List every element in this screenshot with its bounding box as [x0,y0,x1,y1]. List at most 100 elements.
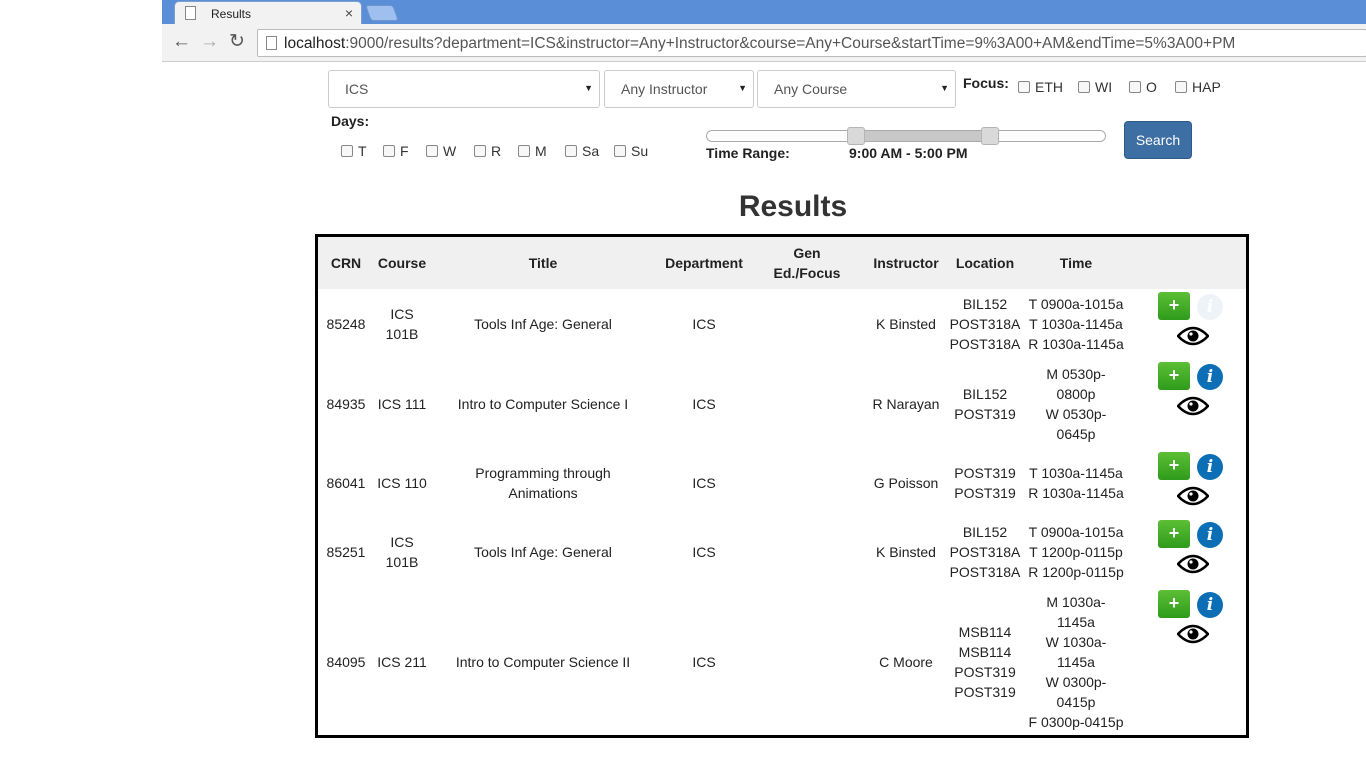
day-option-label: Su [631,143,649,159]
tab-strip: Results × [162,0,1366,24]
course-select[interactable]: Any Course ▼ [757,70,956,108]
header-course: Course [377,255,427,271]
department-select[interactable]: ICS ▼ [328,70,600,108]
chevron-down-icon: ▼ [738,83,747,93]
cell-time: T 1030a-1145a [1029,316,1123,332]
end-time-handle[interactable] [981,127,999,145]
day-option-sa[interactable]: Sa [565,143,599,159]
cell-instructor: C Moore [879,654,933,670]
time-range-label: Time Range: [706,145,790,161]
cell-time: T 1030a-1145a [1029,465,1123,481]
info-icon[interactable]: i [1197,522,1223,548]
focus-option-wi[interactable]: WI [1078,79,1112,95]
day-option-f[interactable]: F [383,143,409,159]
info-icon[interactable]: i [1197,592,1223,618]
cell-title: Tools Inf Age: General [474,544,612,560]
cell-location: POST319 [954,406,1016,422]
eye-icon[interactable] [1177,554,1209,574]
reload-icon[interactable]: ↻ [229,32,245,52]
day-option-m[interactable]: M [518,143,547,159]
add-course-button[interactable]: + [1158,590,1190,618]
instructor-select[interactable]: Any Instructor ▼ [604,70,754,108]
header-crn: CRN [330,255,362,271]
cell-crn: 85248 [326,316,366,332]
eye-icon[interactable] [1177,326,1209,346]
cell-time: W 1030a- [1045,634,1107,650]
back-arrow-icon[interactable]: ← [172,32,191,52]
instructor-value: Any Instructor [621,81,708,97]
cell-crn: 84095 [326,654,366,670]
cell-time: F 0300p-0415p [1028,714,1124,730]
cell-title: Animations [508,485,578,501]
cell-department: ICS [692,475,716,491]
cell-crn: 85251 [326,544,366,560]
cell-time: T 0900a-1015a [1028,524,1124,540]
search-button[interactable]: Search [1124,121,1192,159]
cell-time: 0415p [1056,694,1096,710]
eye-icon[interactable] [1177,624,1209,644]
focus-option-label: ETH [1035,79,1063,95]
day-option-label: R [491,143,502,159]
page-title: Results [738,190,848,223]
cell-course: 101B [385,326,419,342]
checkbox[interactable] [518,145,530,157]
checkbox[interactable] [426,145,438,157]
header-location: Location [955,255,1015,271]
add-course-button[interactable]: + [1158,452,1190,480]
cell-location: BIL152 [962,296,1008,312]
day-option-label: M [535,143,547,159]
add-course-button[interactable]: + [1158,292,1190,320]
new-tab-button[interactable] [365,5,399,21]
info-icon[interactable]: i [1197,364,1223,390]
cell-location: POST318A [949,316,1021,332]
cell-instructor: G Poisson [873,475,939,491]
day-option-w[interactable]: W [426,143,456,159]
checkbox[interactable] [1129,81,1141,93]
cell-time: 0800p [1056,386,1096,402]
add-course-button[interactable]: + [1158,520,1190,548]
info-icon[interactable]: i [1197,454,1223,480]
cell-course: ICS [390,306,414,322]
day-option-label: W [443,143,457,159]
focus-option-hap[interactable]: HAP [1175,79,1221,95]
address-bar[interactable]: localhost:9000/results?department=ICS&in… [257,29,1366,57]
add-course-button[interactable]: + [1158,362,1190,390]
focus-option-label: HAP [1192,79,1221,95]
checkbox[interactable] [1175,81,1187,93]
browser-tab[interactable]: Results × [174,1,362,24]
close-tab-icon[interactable]: × [345,5,353,21]
checkbox[interactable] [341,145,353,157]
cell-time: R 1030a-1145a [1028,336,1124,352]
forward-arrow-icon[interactable]: → [200,32,219,52]
header-gen-ed-2: Ed./Focus [773,265,841,281]
day-option-r[interactable]: R [474,143,501,159]
time-range-value: 9:00 AM - 5:00 PM [849,145,968,161]
info-icon[interactable]: i [1197,294,1223,320]
start-time-handle[interactable] [847,127,865,145]
checkbox[interactable] [614,145,626,157]
cell-location: MSB114 [958,644,1012,660]
browser-toolbar: ← → ↻ localhost:9000/results?department=… [162,24,1366,62]
eye-icon[interactable] [1177,396,1209,416]
cell-time: T 1200p-0115p [1029,544,1123,560]
day-option-t[interactable]: T [341,143,367,159]
cell-location: BIL152 [962,386,1008,402]
cell-location: POST319 [954,485,1016,501]
checkbox[interactable] [565,145,577,157]
tab-title: Results [211,7,252,21]
cell-instructor: R Narayan [872,396,940,412]
cell-title: Programming through [475,465,611,481]
checkbox[interactable] [383,145,395,157]
focus-option-o[interactable]: O [1129,79,1157,95]
cell-crn: 86041 [326,475,366,491]
day-option-su[interactable]: Su [614,143,648,159]
url-path: :9000/results?department=ICS&instructor=… [345,35,1236,52]
checkbox[interactable] [474,145,486,157]
cell-instructor: K Binsted [876,544,936,560]
cell-time: M 1030a- [1046,594,1106,610]
checkbox[interactable] [1018,81,1030,93]
eye-icon[interactable] [1177,486,1209,506]
days-label: Days: [331,113,370,129]
focus-option-eth[interactable]: ETH [1018,79,1063,95]
checkbox[interactable] [1078,81,1090,93]
